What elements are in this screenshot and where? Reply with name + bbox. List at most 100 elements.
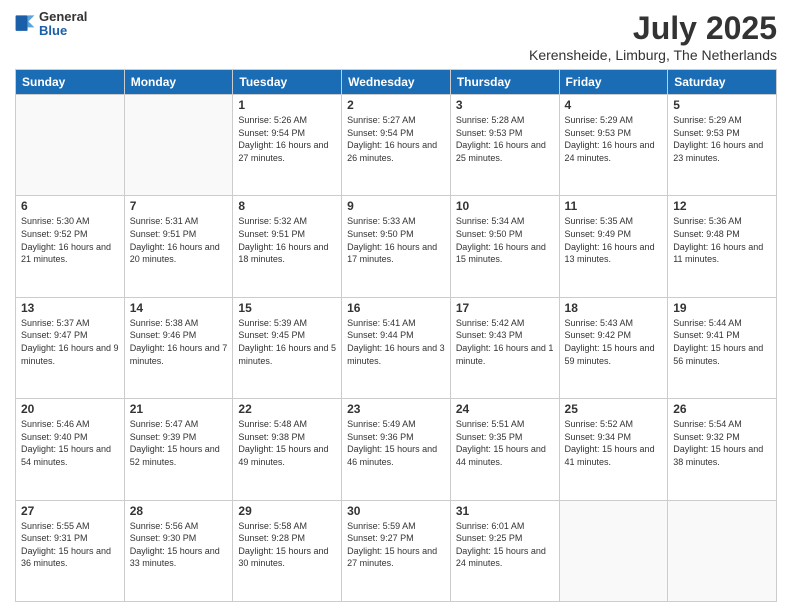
- calendar-day-header: Tuesday: [233, 70, 342, 95]
- calendar-cell: 1Sunrise: 5:26 AM Sunset: 9:54 PM Daylig…: [233, 95, 342, 196]
- calendar-cell: 12 Sunrise: 5:36 AM Sunset: 9:48 PM Dayli…: [668, 196, 777, 297]
- day-number: 26: [673, 402, 771, 416]
- calendar-cell: 23 Sunrise: 5:49 AM Sunset: 9:36 PM Dayli…: [342, 399, 451, 500]
- logo-icon: [15, 12, 35, 36]
- calendar-cell: 18 Sunrise: 5:43 AM Sunset: 9:42 PM Dayli…: [559, 297, 668, 398]
- day-number: 13: [21, 301, 119, 315]
- logo: General Blue: [15, 10, 87, 39]
- day-number: 3: [456, 98, 554, 112]
- day-info: Sunrise: 5:33 AM Sunset: 9:50 PM Dayligh…: [347, 215, 445, 265]
- day-info: Sunrise: 5:43 AM Sunset: 9:42 PM Dayligh…: [565, 317, 663, 367]
- calendar-day-header: Monday: [124, 70, 233, 95]
- day-info: Sunrise: 5:55 AM Sunset: 9:31 PM Dayligh…: [21, 520, 119, 570]
- calendar-table: SundayMondayTuesdayWednesdayThursdayFrid…: [15, 69, 777, 602]
- day-info: Sunrise: 5:41 AM Sunset: 9:44 PM Dayligh…: [347, 317, 445, 367]
- calendar-cell: 21 Sunrise: 5:47 AM Sunset: 9:39 PM Dayli…: [124, 399, 233, 500]
- day-info: Sunrise: 5:31 AM Sunset: 9:51 PM Dayligh…: [130, 215, 228, 265]
- day-info: Sunrise: 5:29 AM Sunset: 9:53 PM Dayligh…: [565, 114, 663, 164]
- day-info: Sunrise: 5:32 AM Sunset: 9:51 PM Dayligh…: [238, 215, 336, 265]
- calendar-cell: 27 Sunrise: 5:55 AM Sunset: 9:31 PM Dayli…: [16, 500, 125, 601]
- calendar-cell: 17Sunrise: 5:42 AM Sunset: 9:43 PM Dayli…: [450, 297, 559, 398]
- day-info: Sunrise: 5:51 AM Sunset: 9:35 PM Dayligh…: [456, 418, 554, 468]
- day-info: Sunrise: 6:01 AM Sunset: 9:25 PM Dayligh…: [456, 520, 554, 570]
- day-number: 6: [21, 199, 119, 213]
- title-area: July 2025 Kerensheide, Limburg, The Neth…: [529, 10, 777, 63]
- calendar-cell: 19 Sunrise: 5:44 AM Sunset: 9:41 PM Dayli…: [668, 297, 777, 398]
- day-info: Sunrise: 5:26 AM Sunset: 9:54 PM Dayligh…: [238, 114, 336, 164]
- logo-text: General Blue: [39, 10, 87, 39]
- day-number: 20: [21, 402, 119, 416]
- calendar-cell: 26 Sunrise: 5:54 AM Sunset: 9:32 PM Dayli…: [668, 399, 777, 500]
- calendar-cell: 13 Sunrise: 5:37 AM Sunset: 9:47 PM Dayli…: [16, 297, 125, 398]
- main-title: July 2025: [529, 10, 777, 47]
- calendar-cell: 29 Sunrise: 5:58 AM Sunset: 9:28 PM Dayli…: [233, 500, 342, 601]
- day-info: Sunrise: 5:39 AM Sunset: 9:45 PM Dayligh…: [238, 317, 336, 367]
- calendar-week-row: 13 Sunrise: 5:37 AM Sunset: 9:47 PM Dayli…: [16, 297, 777, 398]
- day-number: 7: [130, 199, 228, 213]
- day-info: Sunrise: 5:54 AM Sunset: 9:32 PM Dayligh…: [673, 418, 771, 468]
- day-info: Sunrise: 5:46 AM Sunset: 9:40 PM Dayligh…: [21, 418, 119, 468]
- calendar-cell: 3 Sunrise: 5:28 AM Sunset: 9:53 PM Daylig…: [450, 95, 559, 196]
- calendar-cell: 20 Sunrise: 5:46 AM Sunset: 9:40 PM Dayli…: [16, 399, 125, 500]
- day-number: 30: [347, 504, 445, 518]
- day-number: 31: [456, 504, 554, 518]
- calendar-week-row: 27 Sunrise: 5:55 AM Sunset: 9:31 PM Dayli…: [16, 500, 777, 601]
- calendar-cell: 4Sunrise: 5:29 AM Sunset: 9:53 PM Daylig…: [559, 95, 668, 196]
- calendar-cell: 5 Sunrise: 5:29 AM Sunset: 9:53 PM Daylig…: [668, 95, 777, 196]
- day-info: Sunrise: 5:49 AM Sunset: 9:36 PM Dayligh…: [347, 418, 445, 468]
- calendar-cell: 6 Sunrise: 5:30 AM Sunset: 9:52 PM Daylig…: [16, 196, 125, 297]
- logo-general-text: General: [39, 10, 87, 24]
- day-number: 18: [565, 301, 663, 315]
- day-info: Sunrise: 5:29 AM Sunset: 9:53 PM Dayligh…: [673, 114, 771, 164]
- calendar-cell: 16Sunrise: 5:41 AM Sunset: 9:44 PM Dayli…: [342, 297, 451, 398]
- day-number: 10: [456, 199, 554, 213]
- day-number: 25: [565, 402, 663, 416]
- calendar-cell: 22Sunrise: 5:48 AM Sunset: 9:38 PM Dayli…: [233, 399, 342, 500]
- calendar-day-header: Wednesday: [342, 70, 451, 95]
- day-info: Sunrise: 5:58 AM Sunset: 9:28 PM Dayligh…: [238, 520, 336, 570]
- day-number: 22: [238, 402, 336, 416]
- calendar-cell: [16, 95, 125, 196]
- calendar-cell: 30 Sunrise: 5:59 AM Sunset: 9:27 PM Dayli…: [342, 500, 451, 601]
- calendar-cell: 8Sunrise: 5:32 AM Sunset: 9:51 PM Daylig…: [233, 196, 342, 297]
- day-info: Sunrise: 5:42 AM Sunset: 9:43 PM Dayligh…: [456, 317, 554, 367]
- day-number: 12: [673, 199, 771, 213]
- calendar-header-row: SundayMondayTuesdayWednesdayThursdayFrid…: [16, 70, 777, 95]
- day-number: 27: [21, 504, 119, 518]
- day-info: Sunrise: 5:36 AM Sunset: 9:48 PM Dayligh…: [673, 215, 771, 265]
- calendar-cell: 31 Sunrise: 6:01 AM Sunset: 9:25 PM Dayli…: [450, 500, 559, 601]
- day-info: Sunrise: 5:37 AM Sunset: 9:47 PM Dayligh…: [21, 317, 119, 367]
- day-number: 28: [130, 504, 228, 518]
- calendar-week-row: 1Sunrise: 5:26 AM Sunset: 9:54 PM Daylig…: [16, 95, 777, 196]
- calendar-cell: 28Sunrise: 5:56 AM Sunset: 9:30 PM Dayli…: [124, 500, 233, 601]
- day-number: 9: [347, 199, 445, 213]
- calendar-cell: 9 Sunrise: 5:33 AM Sunset: 9:50 PM Daylig…: [342, 196, 451, 297]
- calendar-cell: 15Sunrise: 5:39 AM Sunset: 9:45 PM Dayli…: [233, 297, 342, 398]
- day-number: 19: [673, 301, 771, 315]
- day-number: 23: [347, 402, 445, 416]
- day-number: 5: [673, 98, 771, 112]
- day-number: 29: [238, 504, 336, 518]
- logo-blue-text: Blue: [39, 24, 87, 38]
- calendar-cell: 25Sunrise: 5:52 AM Sunset: 9:34 PM Dayli…: [559, 399, 668, 500]
- day-info: Sunrise: 5:47 AM Sunset: 9:39 PM Dayligh…: [130, 418, 228, 468]
- day-info: Sunrise: 5:35 AM Sunset: 9:49 PM Dayligh…: [565, 215, 663, 265]
- day-info: Sunrise: 5:44 AM Sunset: 9:41 PM Dayligh…: [673, 317, 771, 367]
- calendar-cell: [668, 500, 777, 601]
- day-number: 24: [456, 402, 554, 416]
- calendar-cell: 7 Sunrise: 5:31 AM Sunset: 9:51 PM Daylig…: [124, 196, 233, 297]
- calendar-cell: 11Sunrise: 5:35 AM Sunset: 9:49 PM Dayli…: [559, 196, 668, 297]
- calendar-cell: [124, 95, 233, 196]
- day-info: Sunrise: 5:59 AM Sunset: 9:27 PM Dayligh…: [347, 520, 445, 570]
- day-info: Sunrise: 5:34 AM Sunset: 9:50 PM Dayligh…: [456, 215, 554, 265]
- day-info: Sunrise: 5:38 AM Sunset: 9:46 PM Dayligh…: [130, 317, 228, 367]
- day-number: 21: [130, 402, 228, 416]
- calendar-week-row: 20 Sunrise: 5:46 AM Sunset: 9:40 PM Dayli…: [16, 399, 777, 500]
- day-info: Sunrise: 5:30 AM Sunset: 9:52 PM Dayligh…: [21, 215, 119, 265]
- day-info: Sunrise: 5:28 AM Sunset: 9:53 PM Dayligh…: [456, 114, 554, 164]
- calendar-day-header: Thursday: [450, 70, 559, 95]
- subtitle: Kerensheide, Limburg, The Netherlands: [529, 47, 777, 63]
- page: General Blue July 2025 Kerensheide, Limb…: [0, 0, 792, 612]
- calendar-cell: [559, 500, 668, 601]
- calendar-cell: 14Sunrise: 5:38 AM Sunset: 9:46 PM Dayli…: [124, 297, 233, 398]
